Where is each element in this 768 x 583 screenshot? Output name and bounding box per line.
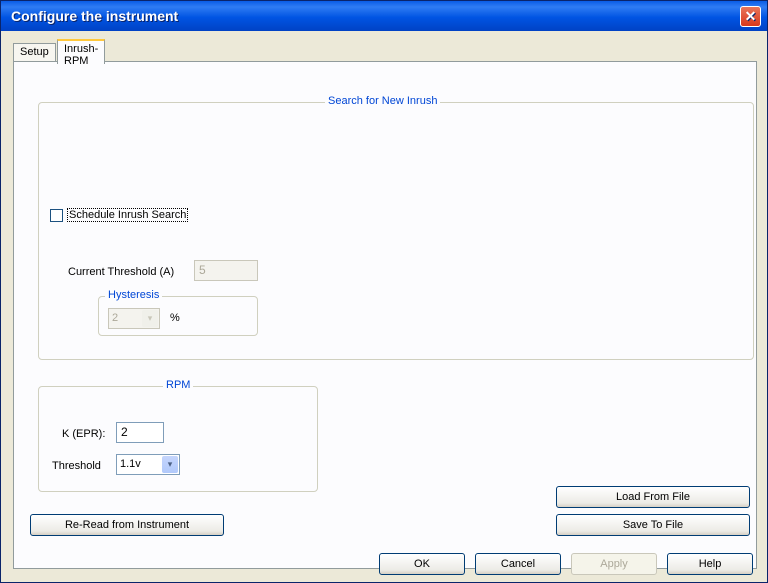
schedule-inrush-checkbox-row[interactable]: Schedule Inrush Search — [50, 208, 189, 222]
help-button[interactable]: Help — [667, 553, 753, 575]
save-to-file-button[interactable]: Save To File — [556, 514, 750, 536]
reread-instrument-button[interactable]: Re-Read from Instrument — [30, 514, 224, 536]
rpm-group-title: RPM — [163, 379, 194, 391]
load-from-file-button[interactable]: Load From File — [556, 486, 750, 508]
chevron-down-icon[interactable]: ▾ — [142, 310, 158, 327]
hysteresis-unit: % — [170, 312, 180, 324]
title-bar: Configure the instrument ✕ — [1, 1, 767, 31]
window-title: Configure the instrument — [11, 8, 179, 24]
hysteresis-value: 2 — [112, 312, 119, 324]
cancel-button[interactable]: Cancel — [475, 553, 561, 575]
current-threshold-input[interactable]: 5 — [194, 260, 258, 281]
current-threshold-label: Current Threshold (A) — [68, 266, 175, 278]
apply-button[interactable]: Apply — [571, 553, 657, 575]
tab-panel-inrush-rpm: Search for New Inrush Schedule Inrush Se… — [13, 61, 757, 569]
threshold-select[interactable]: 1.1v ▾ — [116, 454, 180, 475]
ok-button[interactable]: OK — [379, 553, 465, 575]
hysteresis-title: Hysteresis — [105, 289, 163, 301]
schedule-inrush-label: Schedule Inrush Search — [67, 208, 189, 222]
tab-setup[interactable]: Setup — [13, 43, 56, 63]
k-epr-input[interactable]: 2 — [116, 422, 164, 443]
close-icon[interactable]: ✕ — [740, 6, 761, 27]
k-epr-label: K (EPR): — [62, 428, 106, 440]
chevron-down-icon[interactable]: ▾ — [162, 456, 178, 473]
schedule-inrush-checkbox[interactable] — [50, 208, 63, 222]
threshold-value: 1.1v — [120, 458, 141, 470]
inrush-group-title: Search for New Inrush — [325, 95, 441, 107]
hysteresis-select[interactable]: 2 ▾ — [108, 308, 160, 329]
tab-inrush-rpm[interactable]: Inrush-RPM — [57, 39, 106, 67]
threshold-label: Threshold — [52, 460, 101, 472]
configure-dialog: Configure the instrument ✕ Setup Inrush-… — [0, 0, 768, 583]
